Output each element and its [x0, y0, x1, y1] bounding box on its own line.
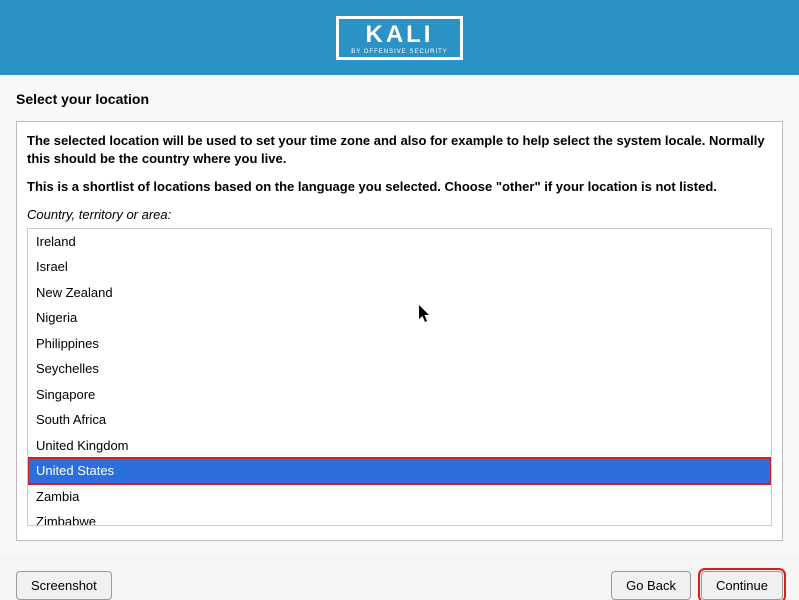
logo-text: KALI: [351, 23, 448, 47]
button-bar: Screenshot Go Back Continue: [0, 557, 799, 600]
list-item[interactable]: Israel: [28, 254, 771, 280]
field-label: Country, territory or area:: [27, 207, 772, 222]
page-title: Select your location: [16, 91, 783, 107]
kali-logo: KALI BY OFFENSIVE SECURITY: [336, 16, 463, 60]
list-item[interactable]: Nigeria: [28, 305, 771, 331]
list-item[interactable]: Zimbabwe: [28, 509, 771, 526]
list-item[interactable]: Singapore: [28, 382, 771, 408]
description-line-2: This is a shortlist of locations based o…: [27, 178, 772, 196]
continue-button[interactable]: Continue: [701, 571, 783, 600]
logo-subtitle: BY OFFENSIVE SECURITY: [351, 49, 448, 55]
nav-button-group: Go Back Continue: [611, 571, 783, 600]
description-line-1: The selected location will be used to se…: [27, 132, 772, 168]
list-item[interactable]: Ireland: [28, 229, 771, 255]
list-item[interactable]: United Kingdom: [28, 433, 771, 459]
list-item[interactable]: Philippines: [28, 331, 771, 357]
header-bar: KALI BY OFFENSIVE SECURITY: [0, 0, 799, 75]
location-list[interactable]: IrelandIsraelNew ZealandNigeriaPhilippin…: [27, 228, 772, 526]
content-area: Select your location The selected locati…: [0, 75, 799, 557]
main-panel: The selected location will be used to se…: [16, 121, 783, 541]
list-item[interactable]: United States: [28, 458, 771, 484]
go-back-button[interactable]: Go Back: [611, 571, 691, 600]
list-item[interactable]: Seychelles: [28, 356, 771, 382]
list-item[interactable]: South Africa: [28, 407, 771, 433]
screenshot-button[interactable]: Screenshot: [16, 571, 112, 600]
list-item[interactable]: New Zealand: [28, 280, 771, 306]
list-item[interactable]: Zambia: [28, 484, 771, 510]
